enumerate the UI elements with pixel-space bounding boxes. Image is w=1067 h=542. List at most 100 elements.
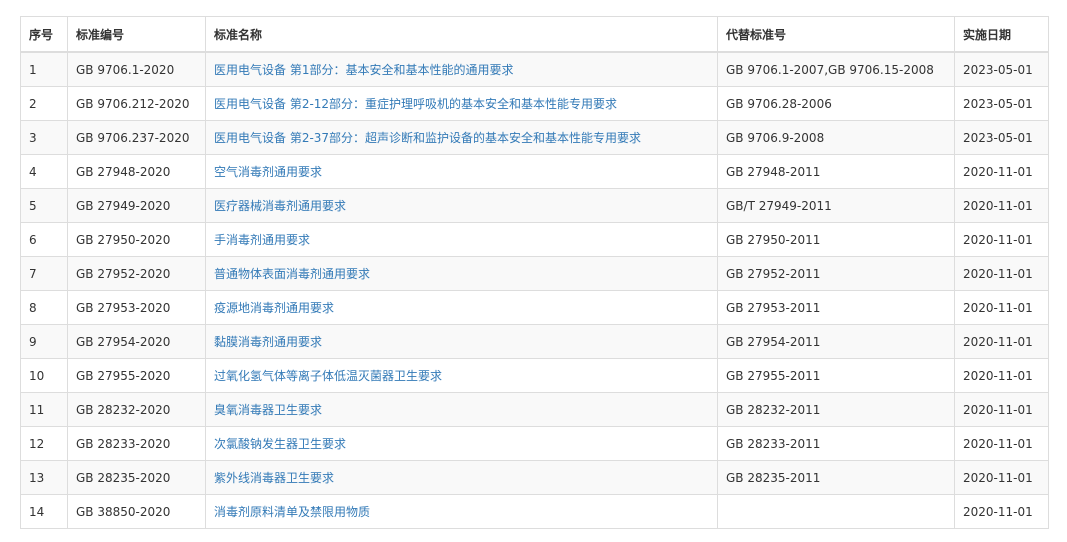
standards-table-container: 序号 标准编号 标准名称 代替标准号 实施日期 1 GB 9706.1-2020 医… xyxy=(20,16,1049,529)
standard-name-link[interactable]: 医用电气设备 第1部分：基本安全和基本性能的通用要求 xyxy=(214,63,513,77)
table-row: 12 GB 28233-2020 次氯酸钠发生器卫生要求 GB 28233-2011 2… xyxy=(20,426,1049,461)
cell-index: 6 xyxy=(20,222,68,257)
cell-date: 2020-11-01 xyxy=(954,426,1049,461)
standard-name-link[interactable]: 次氯酸钠发生器卫生要求 xyxy=(214,437,346,451)
standards-table: 序号 标准编号 标准名称 代替标准号 实施日期 1 GB 9706.1-2020 医… xyxy=(20,16,1049,529)
cell-index: 12 xyxy=(20,426,68,461)
table-row: 7 GB 27952-2020 普通物体表面消毒剂通用要求 GB 27952-2011… xyxy=(20,256,1049,291)
table-row: 3 GB 9706.237-2020 医用电气设备 第2-37部分：超声诊断和监护设… xyxy=(20,120,1049,155)
standard-name-link[interactable]: 紫外线消毒器卫生要求 xyxy=(214,471,334,485)
standard-name-link[interactable]: 空气消毒剂通用要求 xyxy=(214,165,322,179)
cell-replaces: GB 27954-2011 xyxy=(717,324,955,359)
table-row: 1 GB 9706.1-2020 医用电气设备 第1部分：基本安全和基本性能的通用要… xyxy=(20,51,1049,87)
cell-index: 8 xyxy=(20,290,68,325)
header-replaces: 代替标准号 xyxy=(717,16,955,53)
cell-code: GB 9706.212-2020 xyxy=(67,86,206,121)
standard-name-link[interactable]: 普通物体表面消毒剂通用要求 xyxy=(214,267,370,281)
cell-name: 普通物体表面消毒剂通用要求 xyxy=(205,256,718,291)
cell-index: 3 xyxy=(20,120,68,155)
table-row: 13 GB 28235-2020 紫外线消毒器卫生要求 GB 28235-2011 20… xyxy=(20,460,1049,495)
cell-name: 过氧化氢气体等离子体低温灭菌器卫生要求 xyxy=(205,358,718,393)
cell-index: 1 xyxy=(20,51,68,87)
cell-replaces: GB 28232-2011 xyxy=(717,392,955,427)
cell-date: 2023-05-01 xyxy=(954,51,1049,87)
cell-date: 2020-11-01 xyxy=(954,290,1049,325)
table-row: 6 GB 27950-2020 手消毒剂通用要求 GB 27950-2011 2020-… xyxy=(20,222,1049,257)
table-row: 5 GB 27949-2020 医疗器械消毒剂通用要求 GB/T 27949-2011… xyxy=(20,188,1049,223)
standard-name-link[interactable]: 臭氧消毒器卫生要求 xyxy=(214,403,322,417)
cell-date: 2020-11-01 xyxy=(954,358,1049,393)
cell-replaces: GB/T 27949-2011 xyxy=(717,188,955,223)
cell-name: 次氯酸钠发生器卫生要求 xyxy=(205,426,718,461)
cell-index: 7 xyxy=(20,256,68,291)
standard-name-link[interactable]: 手消毒剂通用要求 xyxy=(214,233,310,247)
cell-replaces: GB 9706.9-2008 xyxy=(717,120,955,155)
cell-date: 2020-11-01 xyxy=(954,324,1049,359)
table-row: 4 GB 27948-2020 空气消毒剂通用要求 GB 27948-2011 2020… xyxy=(20,154,1049,189)
cell-code: GB 9706.1-2020 xyxy=(67,51,206,87)
cell-code: GB 27952-2020 xyxy=(67,256,206,291)
cell-name: 消毒剂原料清单及禁限用物质 xyxy=(205,494,718,529)
cell-date: 2020-11-01 xyxy=(954,188,1049,223)
standard-name-link[interactable]: 消毒剂原料清单及禁限用物质 xyxy=(214,505,370,519)
cell-code: GB 27948-2020 xyxy=(67,154,206,189)
cell-code: GB 27953-2020 xyxy=(67,290,206,325)
standard-name-link[interactable]: 医疗器械消毒剂通用要求 xyxy=(214,199,346,213)
cell-index: 2 xyxy=(20,86,68,121)
cell-code: GB 27955-2020 xyxy=(67,358,206,393)
cell-index: 10 xyxy=(20,358,68,393)
cell-replaces: GB 9706.28-2006 xyxy=(717,86,955,121)
cell-name: 手消毒剂通用要求 xyxy=(205,222,718,257)
cell-replaces: GB 27952-2011 xyxy=(717,256,955,291)
table-row: 11 GB 28232-2020 臭氧消毒器卫生要求 GB 28232-2011 202… xyxy=(20,392,1049,427)
table-row: 9 GB 27954-2020 黏膜消毒剂通用要求 GB 27954-2011 2020… xyxy=(20,324,1049,359)
header-code: 标准编号 xyxy=(67,16,206,53)
cell-code: GB 27949-2020 xyxy=(67,188,206,223)
cell-name: 黏膜消毒剂通用要求 xyxy=(205,324,718,359)
standard-name-link[interactable]: 医用电气设备 第2-37部分：超声诊断和监护设备的基本安全和基本性能专用要求 xyxy=(214,131,641,145)
header-date: 实施日期 xyxy=(954,16,1049,53)
cell-index: 14 xyxy=(20,494,68,529)
cell-replaces: GB 27948-2011 xyxy=(717,154,955,189)
cell-replaces: GB 28235-2011 xyxy=(717,460,955,495)
cell-name: 紫外线消毒器卫生要求 xyxy=(205,460,718,495)
cell-replaces xyxy=(717,494,955,529)
cell-name: 疫源地消毒剂通用要求 xyxy=(205,290,718,325)
cell-code: GB 28232-2020 xyxy=(67,392,206,427)
table-row: 10 GB 27955-2020 过氧化氢气体等离子体低温灭菌器卫生要求 GB 279… xyxy=(20,358,1049,393)
cell-index: 11 xyxy=(20,392,68,427)
cell-replaces: GB 27950-2011 xyxy=(717,222,955,257)
cell-date: 2023-05-01 xyxy=(954,86,1049,121)
cell-replaces: GB 28233-2011 xyxy=(717,426,955,461)
header-row: 序号 标准编号 标准名称 代替标准号 实施日期 xyxy=(20,16,1049,53)
cell-date: 2020-11-01 xyxy=(954,460,1049,495)
standard-name-link[interactable]: 医用电气设备 第2-12部分：重症护理呼吸机的基本安全和基本性能专用要求 xyxy=(214,97,617,111)
cell-code: GB 28235-2020 xyxy=(67,460,206,495)
table-header: 序号 标准编号 标准名称 代替标准号 实施日期 xyxy=(20,16,1049,53)
cell-date: 2023-05-01 xyxy=(954,120,1049,155)
cell-index: 9 xyxy=(20,324,68,359)
cell-name: 空气消毒剂通用要求 xyxy=(205,154,718,189)
header-index: 序号 xyxy=(20,16,68,53)
cell-date: 2020-11-01 xyxy=(954,222,1049,257)
cell-replaces: GB 27955-2011 xyxy=(717,358,955,393)
cell-index: 5 xyxy=(20,188,68,223)
standard-name-link[interactable]: 疫源地消毒剂通用要求 xyxy=(214,301,334,315)
cell-code: GB 38850-2020 xyxy=(67,494,206,529)
cell-date: 2020-11-01 xyxy=(954,154,1049,189)
cell-name: 医用电气设备 第2-37部分：超声诊断和监护设备的基本安全和基本性能专用要求 xyxy=(205,120,718,155)
cell-name: 医疗器械消毒剂通用要求 xyxy=(205,188,718,223)
header-name: 标准名称 xyxy=(205,16,718,53)
table-body: 1 GB 9706.1-2020 医用电气设备 第1部分：基本安全和基本性能的通用要… xyxy=(20,51,1049,529)
cell-name: 医用电气设备 第1部分：基本安全和基本性能的通用要求 xyxy=(205,51,718,87)
standard-name-link[interactable]: 过氧化氢气体等离子体低温灭菌器卫生要求 xyxy=(214,369,442,383)
table-row: 2 GB 9706.212-2020 医用电气设备 第2-12部分：重症护理呼吸机的… xyxy=(20,86,1049,121)
cell-name: 医用电气设备 第2-12部分：重症护理呼吸机的基本安全和基本性能专用要求 xyxy=(205,86,718,121)
standard-name-link[interactable]: 黏膜消毒剂通用要求 xyxy=(214,335,322,349)
cell-date: 2020-11-01 xyxy=(954,256,1049,291)
cell-name: 臭氧消毒器卫生要求 xyxy=(205,392,718,427)
cell-index: 13 xyxy=(20,460,68,495)
cell-code: GB 27954-2020 xyxy=(67,324,206,359)
table-row: 14 GB 38850-2020 消毒剂原料清单及禁限用物质 2020-11-01 xyxy=(20,494,1049,529)
cell-code: GB 27950-2020 xyxy=(67,222,206,257)
